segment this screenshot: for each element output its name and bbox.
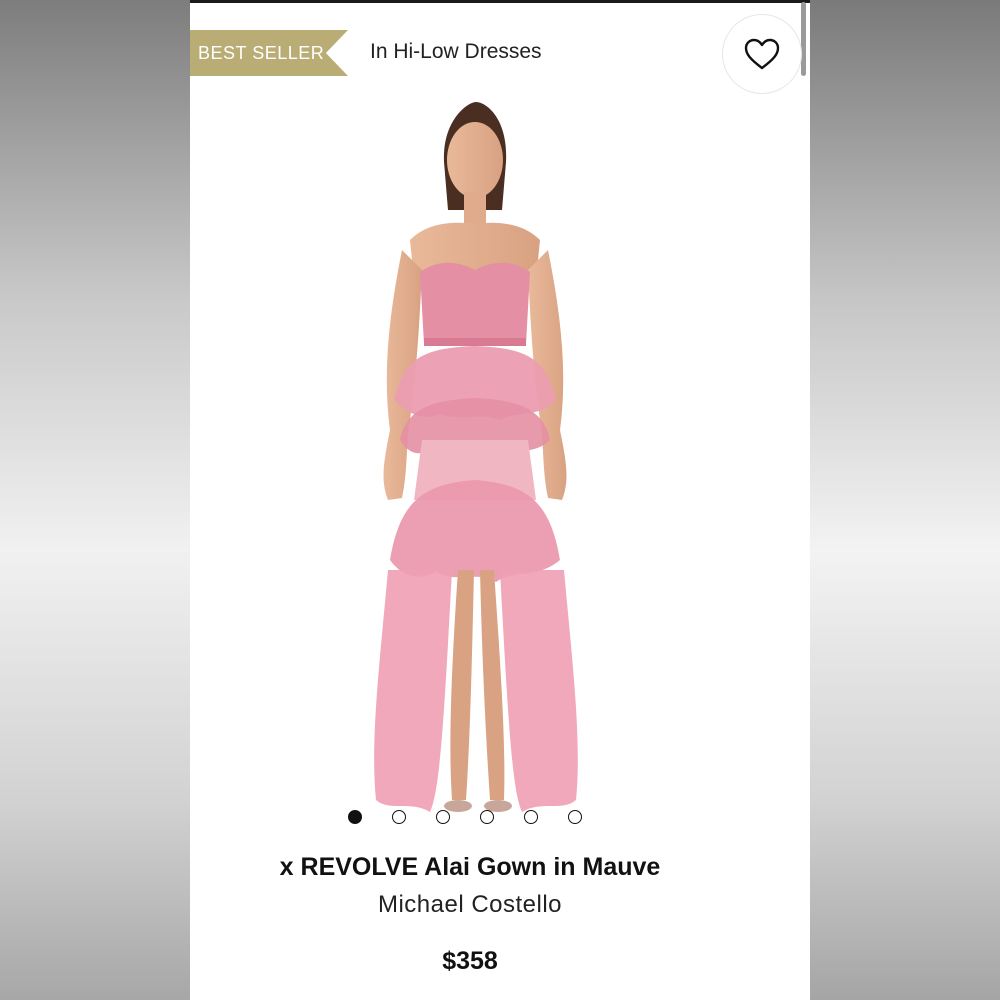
pagination-dot[interactable] — [348, 810, 362, 824]
scrollbar[interactable] — [801, 2, 806, 76]
left-blurred-background — [0, 0, 190, 1000]
product-title: x REVOLVE Alai Gown in Mauve — [279, 853, 661, 881]
pagination-dot[interactable] — [436, 810, 450, 824]
product-brand[interactable]: Michael Costello — [190, 891, 750, 919]
heart-icon — [744, 38, 780, 70]
status-edge — [190, 0, 810, 3]
product-image[interactable] — [340, 100, 660, 840]
pagination-dot[interactable] — [392, 810, 406, 824]
image-pagination — [348, 810, 582, 824]
best-seller-badge: BEST SELLER — [190, 30, 348, 76]
badge-label: BEST SELLER — [198, 42, 325, 63]
pagination-dot[interactable] — [568, 810, 582, 824]
product-screen: BEST SELLER In Hi-Low Dresses x REVOLVE … — [190, 0, 810, 1000]
category-link[interactable]: In Hi-Low Dresses — [370, 40, 542, 64]
right-blurred-background — [810, 0, 1000, 1000]
wishlist-button[interactable] — [722, 14, 802, 94]
product-price: $358 — [442, 947, 498, 975]
pagination-dot[interactable] — [480, 810, 494, 824]
pagination-dot[interactable] — [524, 810, 538, 824]
